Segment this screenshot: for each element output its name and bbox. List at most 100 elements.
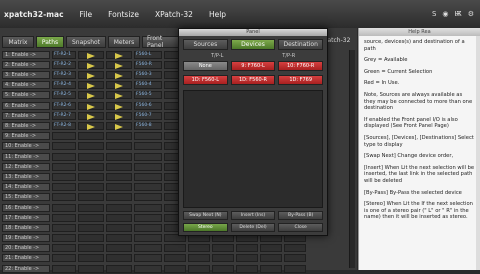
- path-enable-label[interactable]: 21: Enable ->: [2, 254, 50, 263]
- path-destination-cell[interactable]: [134, 142, 162, 151]
- path-arrow-cell[interactable]: [106, 203, 132, 212]
- swap-next-button[interactable]: Swap Next (N): [183, 211, 228, 220]
- path-arrow-cell[interactable]: [106, 162, 132, 171]
- path-arrow-cell[interactable]: [78, 122, 104, 130]
- panel-tab-destination[interactable]: Destination: [278, 39, 324, 50]
- path-arrow-cell[interactable]: [78, 213, 104, 222]
- path-enable-label[interactable]: 17: Enable ->: [2, 213, 50, 222]
- record-icon[interactable]: ◉: [442, 10, 448, 18]
- menu-fontsize[interactable]: Fontsize: [100, 10, 147, 19]
- path-arrow-cell[interactable]: [78, 50, 104, 59]
- path-arrow-cell[interactable]: [106, 264, 132, 273]
- path-source-cell[interactable]: [52, 244, 76, 253]
- path-slot-cell[interactable]: [284, 244, 306, 253]
- path-source-cell[interactable]: [52, 162, 76, 171]
- paths-scrollbar[interactable]: [349, 50, 355, 268]
- menu-help[interactable]: Help: [201, 10, 234, 19]
- path-arrow-cell[interactable]: [106, 50, 132, 59]
- path-destination-cell[interactable]: F560-7: [134, 111, 162, 120]
- path-enable-label[interactable]: 12: Enable ->: [2, 162, 50, 171]
- path-enable-label[interactable]: 1: Enable ->: [2, 50, 50, 59]
- path-source-cell[interactable]: [52, 183, 76, 192]
- path-enable-label[interactable]: 10: Enable ->: [2, 142, 50, 151]
- path-source-cell[interactable]: FT-R2-8: [52, 122, 76, 130]
- path-arrow-cell[interactable]: [78, 172, 104, 181]
- tab-front-panel[interactable]: Front Panel: [142, 35, 182, 49]
- insert-button[interactable]: Insert (Ins): [230, 211, 276, 220]
- path-source-cell[interactable]: [52, 152, 76, 161]
- path-enable-label[interactable]: 8: Enable ->: [2, 122, 50, 130]
- path-arrow-cell[interactable]: [78, 223, 104, 232]
- path-destination-cell[interactable]: F560-5: [134, 91, 162, 100]
- path-arrow-cell[interactable]: [106, 142, 132, 151]
- path-slot-cell[interactable]: [260, 244, 282, 253]
- path-arrow-cell[interactable]: [78, 81, 104, 90]
- path-destination-cell[interactable]: F560-L: [134, 50, 162, 59]
- path-arrow-cell[interactable]: [78, 264, 104, 273]
- path-destination-cell[interactable]: F560-R: [134, 60, 162, 69]
- path-source-cell[interactable]: FT-R2-5: [52, 91, 76, 100]
- help-scrollbar[interactable]: [476, 36, 480, 270]
- path-arrow-cell[interactable]: [78, 193, 104, 202]
- path-destination-cell[interactable]: [134, 254, 162, 263]
- path-enable-label[interactable]: 14: Enable ->: [2, 183, 50, 192]
- path-enable-label[interactable]: 5: Enable ->: [2, 91, 50, 100]
- path-slot-cell[interactable]: [164, 254, 186, 263]
- menu-xpatch[interactable]: XPatch-32: [147, 10, 201, 19]
- path-source-cell[interactable]: FT-R2-6: [52, 101, 76, 110]
- path-slot-cell[interactable]: [188, 254, 210, 263]
- path-destination-cell[interactable]: [134, 264, 162, 273]
- path-enable-label[interactable]: 22: Enable ->: [2, 264, 50, 273]
- path-arrow-cell[interactable]: [106, 244, 132, 253]
- path-destination-cell[interactable]: F560-8: [134, 122, 162, 130]
- path-source-cell[interactable]: [52, 234, 76, 243]
- path-arrow-cell[interactable]: [78, 203, 104, 212]
- path-source-cell[interactable]: [52, 213, 76, 222]
- device-f769-button[interactable]: 1D: F769: [278, 75, 324, 85]
- path-arrow-cell[interactable]: [78, 152, 104, 161]
- path-arrow-cell[interactable]: [106, 193, 132, 202]
- path-source-cell[interactable]: FT-R2-7: [52, 111, 76, 120]
- path-enable-label[interactable]: 19: Enable ->: [2, 234, 50, 243]
- path-arrow-cell[interactable]: [78, 111, 104, 120]
- path-arrow-cell[interactable]: [78, 71, 104, 80]
- wifi-icon[interactable]: Ѭ: [455, 10, 462, 18]
- path-slot-cell[interactable]: [284, 254, 306, 263]
- path-destination-cell[interactable]: [134, 234, 162, 243]
- path-enable-label[interactable]: 3: Enable ->: [2, 71, 50, 80]
- path-source-cell[interactable]: [52, 203, 76, 212]
- path-enable-label[interactable]: 13: Enable ->: [2, 172, 50, 181]
- path-slot-cell[interactable]: [212, 264, 234, 273]
- device-none-button[interactable]: None: [183, 61, 228, 71]
- path-arrow-cell[interactable]: [78, 101, 104, 110]
- path-source-cell[interactable]: FT-R2-4: [52, 81, 76, 90]
- path-source-cell[interactable]: [52, 264, 76, 273]
- path-enable-label[interactable]: 11: Enable ->: [2, 152, 50, 161]
- path-slot-cell[interactable]: [260, 254, 282, 263]
- path-slot-cell[interactable]: [236, 244, 258, 253]
- path-arrow-cell[interactable]: [78, 183, 104, 192]
- panel-tab-devices[interactable]: Devices: [230, 39, 276, 50]
- path-arrow-cell[interactable]: [106, 183, 132, 192]
- path-slot-cell[interactable]: [284, 264, 306, 273]
- path-arrow-cell[interactable]: [106, 132, 132, 141]
- path-source-cell[interactable]: FT-R2-3: [52, 71, 76, 80]
- path-slot-cell[interactable]: [164, 244, 186, 253]
- path-arrow-cell[interactable]: [78, 162, 104, 171]
- path-destination-cell[interactable]: [134, 203, 162, 212]
- app-name[interactable]: xpatch32-mac: [0, 10, 72, 19]
- tab-meters[interactable]: Meters: [108, 36, 140, 48]
- gear-icon[interactable]: ⚙: [468, 10, 474, 18]
- stereo-button[interactable]: Stereo: [183, 223, 228, 232]
- path-slot-cell[interactable]: [236, 254, 258, 263]
- tab-paths[interactable]: Paths: [36, 36, 64, 48]
- path-destination-cell[interactable]: [134, 193, 162, 202]
- path-destination-cell[interactable]: [134, 162, 162, 171]
- path-destination-cell[interactable]: [134, 172, 162, 181]
- path-arrow-cell[interactable]: [78, 234, 104, 243]
- path-destination-cell[interactable]: [134, 132, 162, 141]
- path-source-cell[interactable]: [52, 142, 76, 151]
- device-f760l-button[interactable]: 9: F760-L: [230, 61, 276, 71]
- path-source-cell[interactable]: FT-R2-2: [52, 60, 76, 69]
- device-f760r-button[interactable]: 10: F760-R: [278, 61, 324, 71]
